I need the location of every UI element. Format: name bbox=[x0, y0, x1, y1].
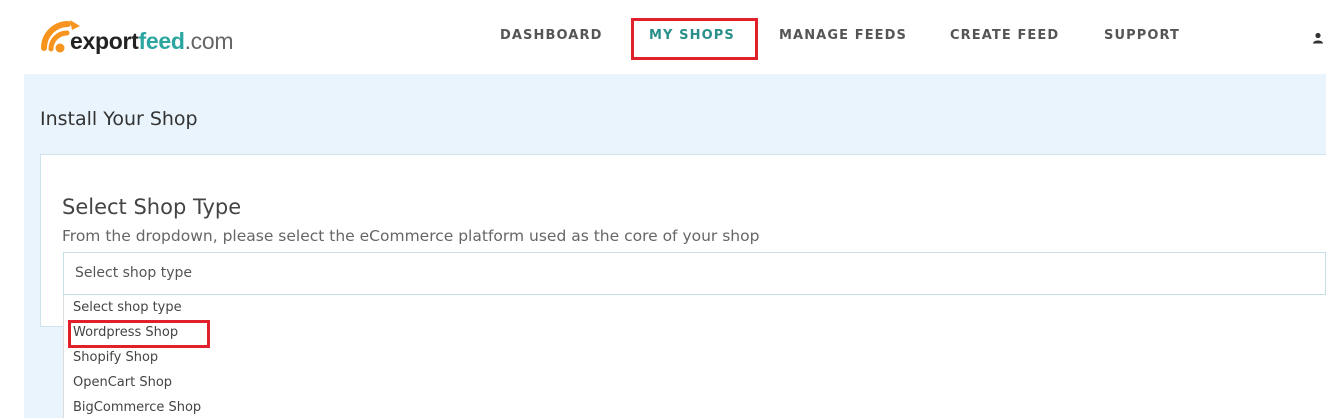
nav-dashboard[interactable]: DASHBOARD bbox=[500, 28, 602, 43]
shop-type-select[interactable]: Select shop type bbox=[63, 252, 1326, 295]
shop-type-dropdown-list: Select shop type Wordpress Shop Shopify … bbox=[63, 295, 1326, 418]
option-wordpress-highlight bbox=[68, 320, 210, 348]
user-icon[interactable] bbox=[1312, 32, 1324, 44]
top-header: exportfeed.com DASHBOARD MY SHOPS MANAGE… bbox=[0, 0, 1326, 74]
card-title: Select Shop Type bbox=[62, 195, 242, 219]
option-bigcommerce-shop[interactable]: BigCommerce Shop bbox=[73, 400, 201, 415]
page-title: Install Your Shop bbox=[40, 108, 198, 130]
option-opencart-shop[interactable]: OpenCart Shop bbox=[73, 375, 172, 390]
nav-create-feed[interactable]: CREATE FEED bbox=[950, 28, 1059, 43]
brand-wordmark: exportfeed.com bbox=[70, 28, 234, 55]
brand-part-feed: feed bbox=[138, 28, 185, 54]
brand-part-com: .com bbox=[184, 28, 234, 54]
card-description: From the dropdown, please select the eCo… bbox=[62, 227, 760, 245]
option-shopify-shop[interactable]: Shopify Shop bbox=[73, 350, 158, 365]
nav-support[interactable]: SUPPORT bbox=[1104, 28, 1180, 43]
option-select-shop-type[interactable]: Select shop type bbox=[73, 300, 182, 315]
nav-manage-feeds[interactable]: MANAGE FEEDS bbox=[779, 28, 907, 43]
nav-my-shops-highlight bbox=[631, 18, 758, 60]
brand-part-export: export bbox=[70, 28, 139, 54]
